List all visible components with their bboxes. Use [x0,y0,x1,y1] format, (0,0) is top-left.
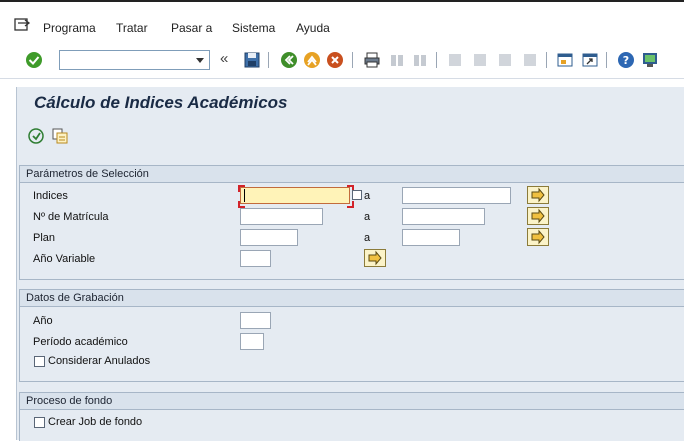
find-icon [391,55,403,66]
crear-job-label: Crear Job de fondo [48,416,143,428]
previous-page-icon [474,54,486,66]
arrow-right-icon [531,229,545,245]
find-next-icon [414,55,426,66]
matricula-from-input[interactable] [240,208,323,225]
indices-to-label: a [364,190,371,202]
toolbar-separator [436,52,437,68]
periodo-academico-input[interactable] [240,333,264,350]
ano-label: Año [33,315,53,327]
arrow-right-icon [368,250,382,266]
last-page-icon [524,54,536,66]
crear-job-checkbox[interactable] [34,417,45,428]
menu-bar: Programa Tratar Pasar a Sistema Ayuda [0,6,684,42]
back-icon[interactable] [280,51,298,69]
shortcut-icon[interactable] [581,51,599,69]
matricula-label: Nº de Matrícula [33,211,109,223]
system-toolbar: « ? [0,42,684,79]
focus-corner [347,201,354,208]
periodo-academico-label: Período académico [33,336,128,348]
first-page-icon [449,54,461,66]
indices-label: Indices [33,190,68,202]
page-title: Cálculo de Indices Académicos [34,93,288,112]
selection-parameters-group: Parámetros de Selección Indices a Nº de … [19,165,684,280]
group-header: Proceso de fondo [20,393,684,410]
ano-variable-label: Año Variable [33,253,96,265]
print-icon[interactable] [363,51,381,69]
help-icon[interactable]: ? [617,51,635,69]
arrow-right-icon [531,187,545,203]
arrow-right-icon [531,208,545,224]
command-field[interactable] [59,50,210,70]
plan-multiple-selection-button[interactable] [527,228,549,246]
indices-multiple-selection-button[interactable] [527,186,549,204]
indices-from-input[interactable] [240,187,350,204]
toolbar-separator [268,52,269,68]
menu-pasar-a[interactable]: Pasar a [171,21,212,35]
cancel-icon[interactable] [326,51,344,69]
group-header: Datos de Grabación [20,290,684,307]
chevron-down-icon[interactable] [196,58,204,63]
variant-icon[interactable] [51,127,69,145]
title-bar: Cálculo de Indices Académicos [17,87,684,119]
enter-check-icon[interactable] [25,51,43,69]
toolbar-separator [546,52,547,68]
menu-ayuda[interactable]: Ayuda [296,21,330,35]
next-page-icon [499,54,511,66]
plan-to-label: a [364,232,371,244]
matricula-multiple-selection-button[interactable] [527,207,549,225]
matricula-to-label: a [364,211,371,223]
recording-data-group: Datos de Grabación Año Período académico… [19,289,684,382]
menu-programa[interactable]: Programa [43,21,96,35]
execute-icon[interactable] [27,127,45,145]
background-process-group: Proceso de fondo Crear Job de fondo [19,392,684,441]
ano-variable-input[interactable] [240,250,271,267]
menu-sistema[interactable]: Sistema [232,21,275,35]
save-icon[interactable] [243,51,261,69]
ano-input[interactable] [240,312,271,329]
toolbar-separator [606,52,607,68]
group-header: Parámetros de Selección [20,166,684,183]
exit-icon[interactable] [303,51,321,69]
layout-menu-icon[interactable] [641,51,659,69]
menu-tratar[interactable]: Tratar [116,21,148,35]
plan-to-input[interactable] [402,229,460,246]
indices-to-input[interactable] [402,187,511,204]
menu-options-icon[interactable] [14,17,32,33]
plan-from-input[interactable] [240,229,298,246]
plan-label: Plan [33,232,56,244]
focus-corner [238,185,245,192]
considerar-anulados-label: Considerar Anulados [48,355,151,367]
toolbar-separator [352,52,353,68]
matricula-to-input[interactable] [402,208,485,225]
svg-text:?: ? [623,54,629,67]
multiple-selection-indicator [352,190,362,200]
main-content: Cálculo de Indices Académicos Parámetros… [16,87,684,441]
collapse-chevron-icon[interactable]: « [220,50,228,67]
new-session-icon[interactable] [556,51,574,69]
focus-corner [238,201,245,208]
ano-variable-multiple-selection-button[interactable] [364,249,386,267]
considerar-anulados-checkbox[interactable] [34,356,45,367]
